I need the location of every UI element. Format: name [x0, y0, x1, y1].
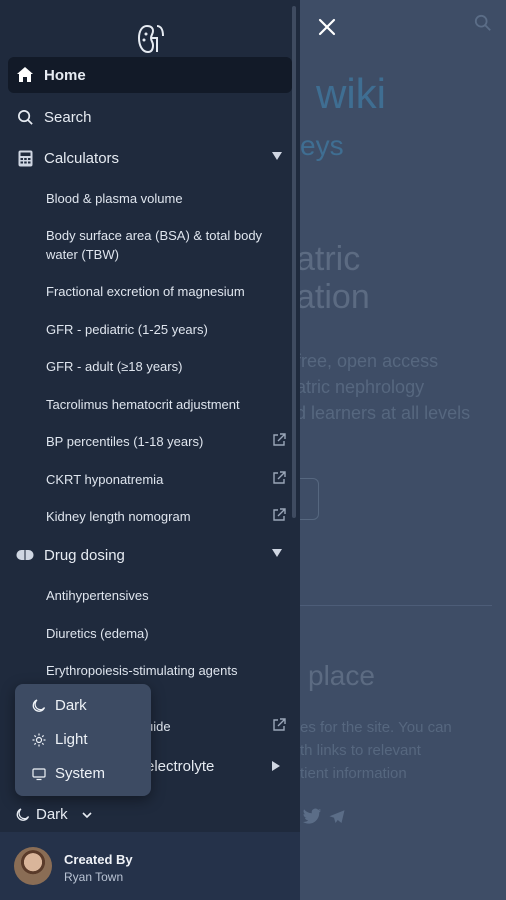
nav-item-label: Home — [44, 66, 86, 84]
nav-item-label: Calculators — [44, 149, 120, 167]
external-link-icon — [273, 471, 286, 484]
created-by-label: Created By — [64, 852, 133, 867]
calc-item-bsa-tbw[interactable]: Body surface area (BSA) & total body wat… — [46, 226, 286, 264]
external-link-icon — [273, 433, 286, 446]
nav-item-electrolyte[interactable]: electrolyte — [146, 748, 292, 784]
twitter-icon[interactable] — [302, 808, 322, 826]
search-icon[interactable] — [474, 14, 492, 32]
site-logo-text: wiki — [316, 70, 386, 117]
calc-item-ckrt-hyponatremia[interactable]: CKRT hyponatremia — [46, 470, 286, 489]
hero-description: free, open access atric nephrology d lea… — [296, 351, 471, 423]
calc-item-bp-percentiles[interactable]: BP percentiles (1-18 years) — [46, 432, 286, 451]
hero-title: atric ation — [296, 240, 370, 316]
external-link-icon — [273, 718, 286, 731]
telegram-icon[interactable] — [328, 808, 346, 826]
navigation-drawer: Home Search Calculators Blood & plasma v… — [0, 0, 300, 900]
caret-right-icon[interactable] — [272, 761, 280, 771]
caret-down-icon[interactable] — [272, 152, 282, 160]
drawer-scrollbar[interactable] — [292, 6, 296, 518]
section-divider — [300, 605, 492, 606]
external-link-icon — [273, 508, 286, 521]
drug-item-diuretics[interactable]: Diuretics (edema) — [46, 624, 286, 643]
calc-item-kidney-length[interactable]: Kidney length nomogram — [46, 507, 286, 526]
avatar[interactable] — [14, 847, 52, 885]
calc-item-blood-plasma-volume[interactable]: Blood & plasma volume — [46, 189, 286, 208]
nav-item-label: Drug dosing — [44, 546, 125, 564]
caret-down-icon[interactable] — [272, 549, 282, 557]
nav-item-search[interactable]: Search — [8, 99, 292, 135]
calc-item-fractional-excretion-magnesium[interactable]: Fractional excretion of magnesium — [46, 282, 286, 301]
theme-toggle-button[interactable]: Dark — [16, 806, 94, 823]
calc-item-tacrolimus[interactable]: Tacrolimus hematocrit adjustment — [46, 395, 286, 414]
theme-menu: Dark Light System — [15, 684, 151, 796]
theme-option-dark[interactable]: Dark — [31, 697, 87, 714]
close-drawer-icon[interactable] — [316, 16, 338, 38]
calc-item-gfr-adult[interactable]: GFR - adult (≥18 years) — [46, 357, 286, 376]
theme-option-light[interactable]: Light — [31, 731, 88, 748]
nav-item-home[interactable]: Home — [8, 57, 292, 93]
drug-item-antihypertensives[interactable]: Antihypertensives — [46, 586, 286, 605]
search-icon — [16, 108, 34, 126]
moon-icon — [31, 698, 47, 714]
pill-icon — [16, 546, 34, 564]
social-links — [302, 808, 346, 826]
author-name[interactable]: Ryan Town — [64, 870, 123, 884]
calc-item-gfr-pediatric[interactable]: GFR - pediatric (1-25 years) — [46, 320, 286, 339]
monitor-icon — [31, 766, 47, 782]
moon-icon — [16, 807, 30, 821]
chevron-down-icon — [82, 811, 92, 818]
theme-current-label: Dark — [36, 806, 68, 823]
theme-option-system[interactable]: System — [31, 765, 105, 782]
calculator-icon — [16, 149, 34, 167]
site-logo-subtext: eys — [300, 130, 344, 161]
kidney-logo-icon[interactable] — [136, 22, 166, 56]
nav-item-calculators[interactable]: Calculators — [8, 140, 292, 176]
drawer-footer: Created By Ryan Town — [0, 832, 300, 900]
sun-icon — [31, 732, 47, 748]
nav-item-label: electrolyte — [146, 757, 215, 775]
section-description: es for the site. You can th links to rel… — [300, 719, 452, 782]
section-title: place — [308, 660, 375, 691]
nav-item-label: Search — [44, 108, 92, 126]
nav-item-drug-dosing[interactable]: Drug dosing — [8, 537, 292, 573]
drug-item-esa[interactable]: Erythropoiesis-stimulating agents — [46, 661, 286, 680]
home-icon — [16, 66, 34, 84]
